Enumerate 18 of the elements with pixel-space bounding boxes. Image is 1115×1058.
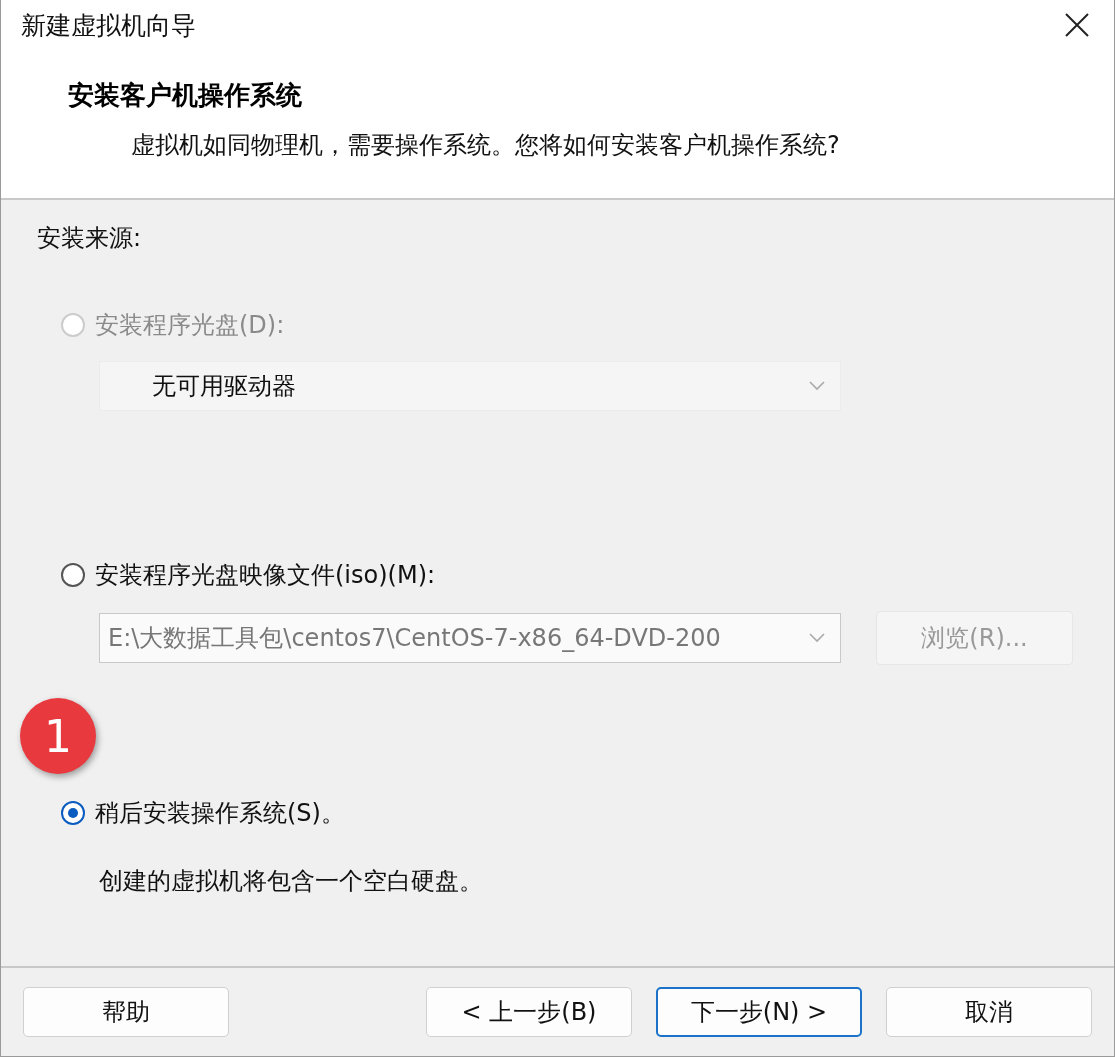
chevron-down-icon — [808, 380, 826, 392]
option-label[interactable]: 稍后安装操作系统(S)。 — [95, 797, 345, 829]
iso-path-combo[interactable]: E:\大数据工具包\centos7\CentOS-7-x86_64-DVD-200 — [99, 613, 841, 663]
page-subtitle: 虚拟机如同物理机，需要操作系统。您将如何安装客户机操作系统? — [131, 130, 841, 161]
dialog-button[interactable]: < 上一步(B) — [426, 987, 632, 1037]
radio-button[interactable] — [61, 563, 85, 587]
chevron-down-icon — [808, 632, 826, 644]
dialog-button[interactable]: 帮助 — [23, 987, 229, 1037]
window-title: 新建虚拟机向导 — [21, 9, 196, 42]
dialog-button[interactable]: 下一步(N) > — [656, 987, 862, 1037]
annotation-badge: 1 — [20, 698, 96, 774]
radio-button[interactable] — [61, 801, 85, 825]
option-label[interactable]: 安装程序光盘映像文件(iso)(M): — [95, 559, 436, 591]
close-icon — [1064, 12, 1090, 38]
section-label: 安装来源: — [37, 223, 143, 254]
page-heading: 安装客户机操作系统 — [68, 79, 303, 112]
dialog-button[interactable]: 取消 — [886, 987, 1092, 1037]
option-description: 创建的虚拟机将包含一个空白硬盘。 — [99, 866, 484, 897]
